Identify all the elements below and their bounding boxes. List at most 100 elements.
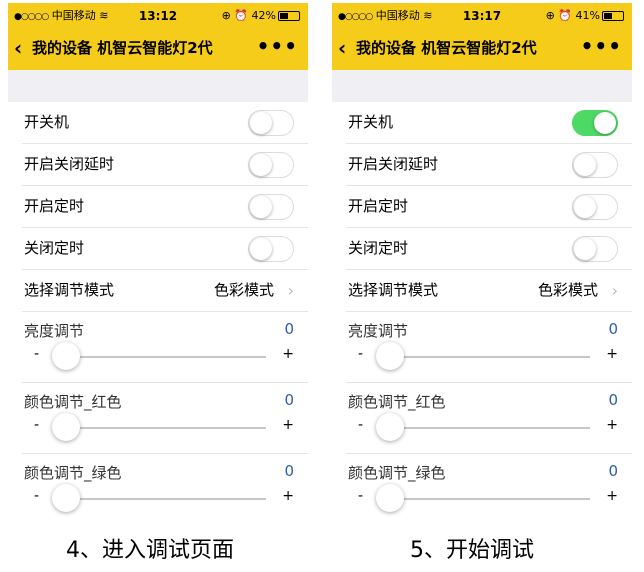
delay-toggle-row: 开启关闭延时 [22,144,308,186]
nav-bar: ‹ 我的设备 机智云智能灯2代 ••• [8,29,308,70]
phone-screenshot-right: ●○○○○ 中国移动 ≋ 13:17 ⊕ ⏰ 41% ‹ 我的设备 机智云智能灯… [332,3,632,521]
toggle-label: 开关机 [24,113,70,131]
slider-track[interactable] [66,427,266,429]
green-slider-row: 颜色调节_绿色 0 - + [346,454,632,521]
more-options-icon[interactable]: ••• [581,27,622,65]
slider-track[interactable] [390,356,590,358]
increase-label: + [606,417,618,433]
decrease-label: - [358,346,364,362]
slider-track[interactable] [66,498,266,500]
slider-value: 0 [284,462,294,480]
timer-off-toggle-row: 关闭定时 [22,228,308,270]
section-gap [8,70,308,102]
switch-knob [574,238,596,260]
timer-on-toggle-row: 开启定时 [346,186,632,228]
slider-value: 0 [608,391,618,409]
delay-switch[interactable] [572,152,618,178]
toggle-label: 开启定时 [348,197,409,215]
timer-off-toggle-row: 关闭定时 [346,228,632,270]
slider-track[interactable] [66,356,266,358]
slider-value: 0 [284,320,294,338]
power-toggle-row: 开关机 [22,102,308,144]
switch-knob [574,154,596,176]
page-title[interactable]: 我的设备 机智云智能灯2代 [356,29,537,67]
nav-bar: ‹ 我的设备 机智云智能灯2代 ••• [332,29,632,70]
decrease-label: - [358,488,364,504]
increase-label: + [282,488,294,504]
mode-label: 选择调节模式 [348,281,439,299]
slider-thumb[interactable] [376,342,404,370]
power-switch[interactable] [572,110,618,136]
timer-on-switch[interactable] [248,194,294,220]
switch-knob [594,112,616,134]
toggle-label: 开关机 [348,113,394,131]
timer-on-switch[interactable] [572,194,618,220]
toggle-label: 开启关闭延时 [348,155,439,173]
delay-switch[interactable] [248,152,294,178]
decrease-label: - [34,488,40,504]
slider-value: 0 [608,320,618,338]
slider-thumb[interactable] [52,342,80,370]
toggle-label: 开启关闭延时 [24,155,115,173]
switch-knob [250,112,272,134]
battery-percent: 42% [251,9,276,22]
decrease-label: - [34,346,40,362]
red-slider-row: 颜色调节_红色 0 - + [22,383,308,454]
red-slider-row: 颜色调节_红色 0 - + [346,383,632,454]
mode-value: 色彩模式 [537,281,598,299]
more-options-icon[interactable]: ••• [257,27,298,65]
slider-thumb[interactable] [376,413,404,441]
timer-off-switch[interactable] [572,236,618,262]
caption-right: 5、开始调试 [410,538,534,563]
toggle-label: 关闭定时 [24,239,85,257]
slider-label: 颜色调节_绿色 [24,464,122,482]
slider-track[interactable] [390,427,590,429]
power-toggle-row: 开关机 [346,102,632,144]
battery-icon [602,11,624,21]
page-title[interactable]: 我的设备 机智云智能灯2代 [32,29,213,67]
slider-track[interactable] [390,498,590,500]
switch-knob [574,196,596,218]
slider-thumb[interactable] [52,484,80,512]
decrease-label: - [34,417,40,433]
delay-toggle-row: 开启关闭延时 [346,144,632,186]
chevron-right-icon: › [611,281,618,300]
mode-select-row[interactable]: 选择调节模式 色彩模式 › [22,270,308,312]
timer-off-switch[interactable] [248,236,294,262]
section-gap [332,70,632,102]
increase-label: + [282,417,294,433]
chevron-right-icon: › [287,281,294,300]
slider-label: 亮度调节 [348,322,409,340]
slider-value: 0 [608,462,618,480]
toggle-label: 开启定时 [24,197,85,215]
switch-knob [250,196,272,218]
power-switch[interactable] [248,110,294,136]
battery-percent: 41% [575,9,600,22]
switch-knob [250,154,272,176]
slider-label: 颜色调节_绿色 [348,464,446,482]
slider-label: 颜色调节_红色 [24,393,122,411]
status-bar: ●○○○○ 中国移动 ≋ 13:17 ⊕ ⏰ 41% [332,3,632,29]
alarm-icon: ⏰ [234,9,249,22]
caption-left: 4、进入调试页面 [66,538,234,563]
slider-label: 颜色调节_红色 [348,393,446,411]
lock-rotation-icon: ⊕ [221,9,231,22]
mode-label: 选择调节模式 [24,281,115,299]
slider-thumb[interactable] [52,413,80,441]
green-slider-row: 颜色调节_绿色 0 - + [22,454,308,521]
brightness-slider-row: 亮度调节 0 - + [22,312,308,383]
increase-label: + [606,488,618,504]
lock-rotation-icon: ⊕ [545,9,555,22]
battery-icon [278,11,300,21]
slider-label: 亮度调节 [24,322,85,340]
status-bar: ●○○○○ 中国移动 ≋ 13:12 ⊕ ⏰ 42% [8,3,308,29]
slider-value: 0 [284,391,294,409]
back-chevron-icon[interactable]: ‹ [338,29,346,67]
increase-label: + [282,346,294,362]
decrease-label: - [358,417,364,433]
mode-value: 色彩模式 [213,281,274,299]
slider-thumb[interactable] [376,484,404,512]
increase-label: + [606,346,618,362]
back-chevron-icon[interactable]: ‹ [14,29,22,67]
mode-select-row[interactable]: 选择调节模式 色彩模式 › [346,270,632,312]
